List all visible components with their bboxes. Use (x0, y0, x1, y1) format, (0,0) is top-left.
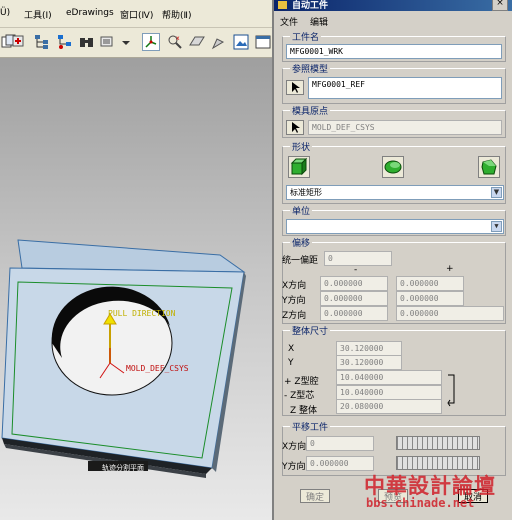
translate-x-slider[interactable] (396, 436, 480, 450)
translate-x-input[interactable]: 0 (306, 436, 374, 451)
units-select[interactable]: ▼ (286, 219, 504, 234)
size-core-label: - Z型芯 (284, 391, 315, 401)
picture-icon[interactable] (232, 33, 250, 51)
dialog-app-icon (278, 1, 287, 9)
offset-y-label: Y方向 (282, 296, 306, 306)
select-reference-button[interactable] (286, 80, 304, 95)
size-cavity-input[interactable]: 10.040000 (336, 370, 442, 385)
model-viewport[interactable]: PULL DIRECTION MOLD_DEF_CSYS 轨迹分割平面 (0, 58, 276, 520)
translate-y-label: Y方向 (282, 462, 306, 472)
workpiece-model (1, 239, 246, 478)
size-y-input[interactable]: 30.120000 (336, 355, 402, 370)
translate-x-label: X方向 (282, 442, 307, 452)
translate-y-slider[interactable] (396, 456, 480, 470)
app-menubar: Ü) 工具(Ⅰ) eDrawings 窗口(Ⅳ) 帮助(Ⅱ) (0, 0, 276, 28)
shape-title: 形状 (290, 140, 313, 153)
translate-title: 平移工件 (290, 420, 331, 433)
binoculars-icon[interactable] (78, 33, 96, 51)
size-core-input[interactable]: 10.040000 (336, 385, 442, 400)
menu-item-tools[interactable]: 工具(Ⅰ) (24, 8, 52, 21)
chevron-down-icon[interactable]: ▼ (491, 221, 502, 232)
reference-model-title: 参照模型 (290, 62, 331, 75)
menu-edit[interactable]: 编辑 (310, 15, 328, 28)
size-x-label: X (288, 344, 295, 354)
auto-workpiece-dialog: 自动工件 × 文件 编辑 工件名 MFG0001_WRK 参照模型 MFG000… (272, 0, 512, 520)
offset-x-plus-input[interactable]: 0.000000 (396, 276, 464, 291)
watermark-url: bbs.chinade.net (366, 496, 475, 510)
reference-model-input[interactable]: MFG0001_REF (308, 77, 502, 99)
offset-x-minus-input[interactable]: 0.000000 (320, 276, 388, 291)
svg-text:x: x (176, 35, 180, 42)
translate-y-input[interactable]: 0.000000 (306, 456, 374, 471)
offset-y-minus-input[interactable]: 0.000000 (320, 291, 388, 306)
offset-z-label: Z方向 (282, 311, 307, 321)
size-cavity-label: + Z型腔 (284, 377, 319, 387)
dialog-menubar: 文件 编辑 (274, 11, 512, 28)
layer-icon[interactable] (56, 33, 74, 51)
workpiece-name-input[interactable]: MFG0001_WRK (286, 44, 502, 59)
shape-custom-button[interactable] (478, 156, 500, 178)
app-toolbar: x (0, 28, 276, 58)
pull-direction-label: PULL DIRECTION (108, 309, 176, 318)
menu-item-help[interactable]: 帮助(Ⅱ) (162, 8, 191, 21)
custom-shape-icon (481, 159, 497, 175)
close-button[interactable]: × (492, 0, 508, 11)
offset-z-plus-input[interactable]: 0.000000 (396, 306, 504, 321)
minus-header: - (354, 265, 358, 275)
model-origin-input[interactable]: MOLD_DEF_CSYS (308, 120, 502, 135)
workpiece-name-title: 工件名 (290, 30, 322, 43)
cursor-arrow-icon (292, 82, 300, 93)
chevron-down-icon[interactable] (118, 33, 136, 51)
size-total-label: Z 整体 (290, 406, 318, 416)
plane-icon[interactable] (188, 33, 206, 51)
csys-label: MOLD_DEF_CSYS (126, 364, 189, 373)
plus-header: + (446, 264, 454, 274)
shape-cylinder-button[interactable] (382, 156, 404, 178)
size-total-input[interactable]: 20.080000 (336, 399, 442, 414)
menu-file[interactable]: 文件 (280, 15, 298, 28)
chevron-down-icon[interactable]: ▼ (491, 187, 502, 198)
box-shape-icon (290, 157, 308, 176)
cylinder-shape-icon (384, 160, 402, 174)
shape-select[interactable]: 标准矩形 ▼ (286, 185, 504, 200)
tree-icon[interactable] (33, 33, 51, 51)
link-bracket-icon[interactable] (446, 372, 458, 408)
menu-item-window[interactable]: 窗口(Ⅳ) (120, 8, 153, 21)
offset-y-plus-input[interactable]: 0.000000 (396, 291, 464, 306)
shape-select-value: 标准矩形 (290, 188, 322, 197)
sketch-icon[interactable] (210, 33, 228, 51)
offset-title: 偏移 (290, 236, 313, 249)
dialog-titlebar[interactable]: 自动工件 × (274, 0, 512, 11)
watermark: 中華設計論壇 bbs.chinade.net (360, 470, 508, 514)
size-y-label: Y (288, 358, 294, 368)
units-title: 单位 (290, 204, 313, 217)
dialog-title: 自动工件 (292, 1, 329, 11)
menu-item-edrawings[interactable]: eDrawings (66, 8, 114, 18)
model-origin-title: 模具原点 (290, 104, 331, 117)
parting-plane-caption: 轨迹分割平面 (102, 464, 144, 472)
offset-x-label: X方向 (282, 281, 307, 291)
ok-button[interactable]: 确定 (300, 489, 330, 503)
datum-axis-icon[interactable] (142, 33, 160, 51)
hide-icon[interactable] (98, 33, 116, 51)
offset-z-minus-input[interactable]: 0.000000 (320, 306, 388, 321)
workpiece-top-back-face (17, 239, 246, 273)
overall-size-title: 整体尺寸 (290, 324, 331, 337)
regenerate-icon[interactable] (10, 33, 28, 51)
cursor-arrow-icon (292, 122, 300, 133)
datum-point-icon[interactable]: x (166, 33, 184, 51)
size-x-input[interactable]: 30.120000 (336, 341, 402, 356)
uniform-offset-label: 统一偏距 (282, 256, 319, 266)
window-icon[interactable] (254, 33, 272, 51)
select-origin-button[interactable] (286, 120, 304, 135)
shape-box-button[interactable] (288, 156, 310, 178)
uniform-offset-input[interactable]: 0 (324, 251, 392, 266)
menu-item-view[interactable]: Ü) (0, 8, 10, 18)
